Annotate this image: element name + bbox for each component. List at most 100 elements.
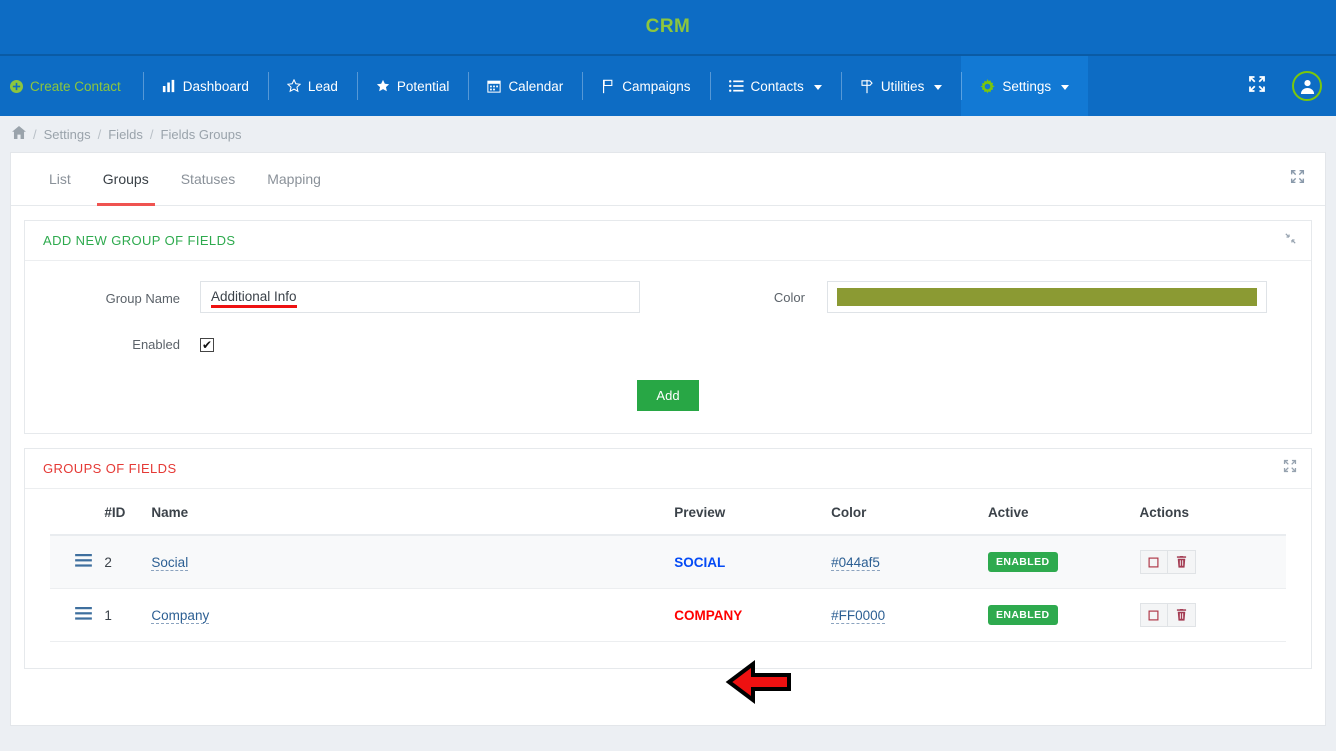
breadcrumb-separator: / bbox=[149, 126, 154, 142]
signpost-icon bbox=[860, 79, 874, 94]
table-header-row: #ID Name Preview Color Active Actions bbox=[50, 489, 1286, 536]
flag-icon bbox=[601, 79, 615, 94]
delete-icon[interactable] bbox=[1167, 550, 1196, 574]
add-group-panel-header: ADD NEW GROUP OF FIELDS bbox=[25, 221, 1311, 261]
nav-label: Dashboard bbox=[182, 78, 249, 94]
groups-table-panel-header: GROUPS OF FIELDS bbox=[25, 449, 1311, 489]
nav-label: Utilities bbox=[880, 78, 925, 94]
app-header: CRM bbox=[0, 0, 1336, 56]
enabled-label: Enabled bbox=[132, 337, 180, 352]
nav-label: Calendar bbox=[508, 78, 564, 94]
tab-groups[interactable]: Groups bbox=[87, 153, 165, 206]
row-drag-handle[interactable] bbox=[50, 588, 105, 642]
nav-item-create-contact[interactable]: Create Contact bbox=[0, 56, 143, 116]
th-handle bbox=[50, 489, 105, 536]
groups-table-panel: GROUPS OF FIELDS #ID Name Preview Color bbox=[24, 448, 1312, 669]
status-badge: ENABLED bbox=[987, 552, 1058, 572]
breadcrumb: / Settings / Fields / Fields Groups bbox=[0, 116, 1336, 152]
breadcrumb-item-settings[interactable]: Settings bbox=[44, 127, 91, 142]
nav-label: Campaigns bbox=[622, 78, 691, 94]
app-brand-title: CRM bbox=[645, 16, 691, 37]
bar-chart-icon bbox=[162, 79, 176, 93]
breadcrumb-separator: / bbox=[33, 126, 37, 142]
tab-statuses[interactable]: Statuses bbox=[165, 153, 251, 206]
nav-item-calendar[interactable]: Calendar bbox=[468, 56, 582, 116]
row-preview: SOCIAL bbox=[674, 554, 726, 570]
groups-table-expand-icon[interactable] bbox=[1283, 459, 1297, 478]
th-name: Name bbox=[151, 489, 675, 536]
row-id: 1 bbox=[104, 588, 152, 642]
gear-icon bbox=[980, 78, 995, 94]
drag-handle-icon bbox=[75, 607, 92, 623]
home-icon[interactable] bbox=[12, 126, 26, 142]
row-id: 2 bbox=[104, 535, 152, 589]
star-filled-icon bbox=[376, 79, 390, 93]
row-drag-handle[interactable] bbox=[50, 535, 105, 589]
list-icon bbox=[728, 79, 744, 93]
th-active: Active bbox=[987, 489, 1140, 536]
row-actions bbox=[1139, 603, 1196, 627]
groups-table: #ID Name Preview Color Active Actions 2 … bbox=[50, 489, 1286, 642]
th-preview: Preview bbox=[674, 489, 832, 536]
th-actions: Actions bbox=[1139, 489, 1286, 536]
edit-icon[interactable] bbox=[1139, 550, 1168, 574]
add-group-form: Group Name Additional Info Color Enabled… bbox=[25, 261, 1311, 704]
nav-item-utilities[interactable]: Utilities bbox=[840, 56, 962, 116]
plus-circle-icon bbox=[10, 79, 23, 93]
row-preview: COMPANY bbox=[674, 607, 743, 623]
drag-handle-icon bbox=[75, 554, 92, 570]
groups-table-wrapper: #ID Name Preview Color Active Actions 2 … bbox=[25, 489, 1311, 668]
main-navigation: Create Contact Dashboard Lead Potential bbox=[0, 56, 1336, 116]
add-group-panel-title: ADD NEW GROUP OF FIELDS bbox=[43, 233, 236, 248]
nav-label: Potential bbox=[396, 78, 450, 94]
group-name-label: Group Name bbox=[105, 291, 180, 306]
chevron-down-icon bbox=[934, 84, 943, 90]
color-swatch bbox=[837, 288, 1257, 306]
table-row: 2 Social SOCIAL #044af5 ENABLED bbox=[50, 535, 1286, 589]
calendar-icon bbox=[487, 79, 502, 93]
groups-table-panel-title: GROUPS OF FIELDS bbox=[43, 461, 177, 476]
nav-items: Create Contact Dashboard Lead Potential bbox=[0, 56, 1089, 116]
add-group-panel-collapse-icon[interactable] bbox=[1284, 232, 1297, 250]
tab-bar: List Groups Statuses Mapping bbox=[11, 153, 1325, 206]
tab-mapping[interactable]: Mapping bbox=[251, 153, 337, 206]
main-content-panel: List Groups Statuses Mapping ADD NEW GRO… bbox=[10, 152, 1326, 726]
nav-item-potential[interactable]: Potential bbox=[356, 56, 469, 116]
group-name-input[interactable]: Additional Info bbox=[200, 281, 640, 313]
arrow-annotation bbox=[725, 659, 793, 710]
row-name-link[interactable]: Company bbox=[151, 607, 210, 624]
nav-item-lead[interactable]: Lead bbox=[267, 56, 357, 116]
star-outline-icon bbox=[286, 79, 301, 93]
chevron-down-icon bbox=[813, 84, 822, 90]
table-row: 1 Company COMPANY #FF0000 ENABLED bbox=[50, 588, 1286, 642]
nav-right-actions bbox=[1248, 56, 1336, 116]
nav-item-campaigns[interactable]: Campaigns bbox=[582, 56, 709, 116]
user-avatar-icon[interactable] bbox=[1292, 71, 1322, 101]
nav-label: Settings bbox=[1002, 78, 1052, 94]
add-group-panel: ADD NEW GROUP OF FIELDS Group Name Addit… bbox=[24, 220, 1312, 704]
nav-label: Contacts bbox=[750, 78, 804, 94]
row-name-link[interactable]: Social bbox=[151, 554, 189, 571]
add-button[interactable]: Add bbox=[637, 380, 699, 411]
delete-icon[interactable] bbox=[1167, 603, 1196, 627]
row-color-link[interactable]: #FF0000 bbox=[831, 607, 886, 624]
row-actions bbox=[1139, 550, 1196, 574]
status-badge: ENABLED bbox=[987, 605, 1058, 625]
fullscreen-expand-icon[interactable] bbox=[1248, 75, 1266, 98]
breadcrumb-item-fields-groups[interactable]: Fields Groups bbox=[161, 127, 242, 142]
enabled-checkbox[interactable]: ✔ bbox=[200, 338, 214, 352]
tabbar-expand-icon[interactable] bbox=[1290, 169, 1315, 189]
tab-list[interactable]: List bbox=[33, 153, 87, 206]
row-color-link[interactable]: #044af5 bbox=[831, 554, 880, 571]
breadcrumb-item-fields[interactable]: Fields bbox=[108, 127, 143, 142]
color-label: Color bbox=[773, 290, 805, 305]
breadcrumb-separator: / bbox=[97, 126, 102, 142]
edit-icon[interactable] bbox=[1139, 603, 1168, 627]
color-picker-input[interactable] bbox=[827, 281, 1267, 313]
group-name-value: Additional Info bbox=[211, 288, 297, 308]
nav-item-dashboard[interactable]: Dashboard bbox=[142, 56, 268, 116]
nav-item-settings[interactable]: Settings bbox=[961, 56, 1089, 116]
nav-label: Lead bbox=[307, 78, 338, 94]
nav-item-contacts[interactable]: Contacts bbox=[709, 56, 841, 116]
th-color: Color bbox=[831, 489, 988, 536]
